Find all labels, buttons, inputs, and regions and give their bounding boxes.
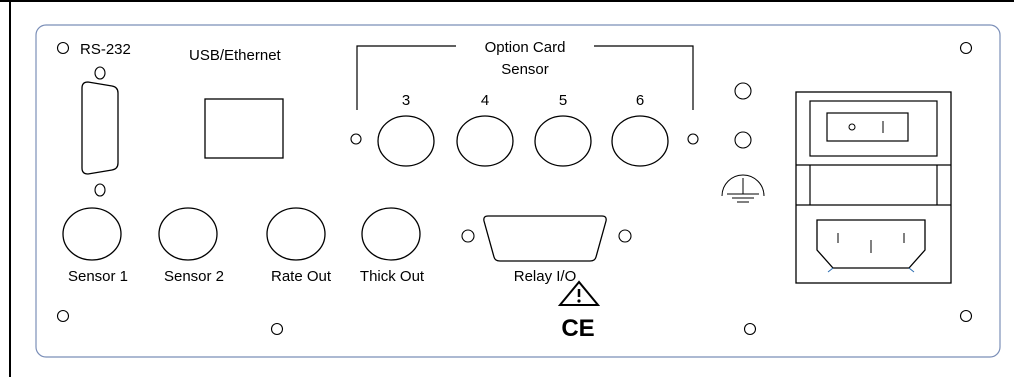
rear-panel-diagram: RS-232 USB/Ethernet Option Card Sensor 3… <box>0 0 1014 377</box>
option-sensor-port-3[interactable] <box>377 115 435 167</box>
slot-5-label: 5 <box>559 92 567 109</box>
slot-4-label: 4 <box>481 92 489 109</box>
rs232-screw-top <box>94 66 106 80</box>
sensor-1-port[interactable] <box>62 207 122 261</box>
mounting-hole-bottom-left <box>56 309 70 323</box>
ce-mark-icon: CE <box>561 315 594 342</box>
usb-ethernet-port[interactable] <box>204 98 284 159</box>
relay-io-screw-right <box>618 229 632 243</box>
ground-screw-bottom <box>734 131 752 149</box>
iec-power-inlet[interactable] <box>816 219 926 273</box>
slot-6-label: 6 <box>636 92 644 109</box>
rate-out-label: Rate Out <box>271 268 332 285</box>
thick-out-label: Thick Out <box>360 268 425 285</box>
option-sensor-port-4[interactable] <box>456 115 514 167</box>
usb-ethernet-label: USB/Ethernet <box>189 47 282 64</box>
sensor-2-port[interactable] <box>158 207 218 261</box>
option-sensor-label: Sensor <box>501 61 549 78</box>
sensor-1-label: Sensor 1 <box>68 268 128 285</box>
option-sensor-port-5[interactable] <box>534 115 592 167</box>
option-screw-left <box>350 133 362 145</box>
mounting-hole-top-right <box>959 41 973 55</box>
relay-io-label: Relay I/O <box>514 268 577 285</box>
option-screw-right <box>687 133 699 145</box>
mounting-hole-bottom-right <box>959 309 973 323</box>
mounting-hole-top-left <box>56 41 70 55</box>
ground-screw-top <box>734 82 752 100</box>
mounting-hole-bottom-mid-right <box>743 322 757 336</box>
thick-out-port[interactable] <box>361 207 421 261</box>
relay-io-port[interactable] <box>483 215 607 262</box>
mounting-hole-bottom-mid-left <box>270 322 284 336</box>
rs232-label: RS-232 <box>80 41 131 58</box>
power-switch[interactable] <box>826 112 909 142</box>
power-off-symbol-icon <box>848 123 856 131</box>
option-sensor-port-6[interactable] <box>611 115 669 167</box>
slot-3-label: 3 <box>402 92 410 109</box>
rs232-screw-bottom <box>94 183 106 197</box>
option-card-label: Option Card <box>485 39 566 56</box>
rs232-port[interactable] <box>81 81 119 175</box>
relay-io-screw-left <box>461 229 475 243</box>
rate-out-port[interactable] <box>266 207 326 261</box>
sensor-2-label: Sensor 2 <box>164 268 224 285</box>
